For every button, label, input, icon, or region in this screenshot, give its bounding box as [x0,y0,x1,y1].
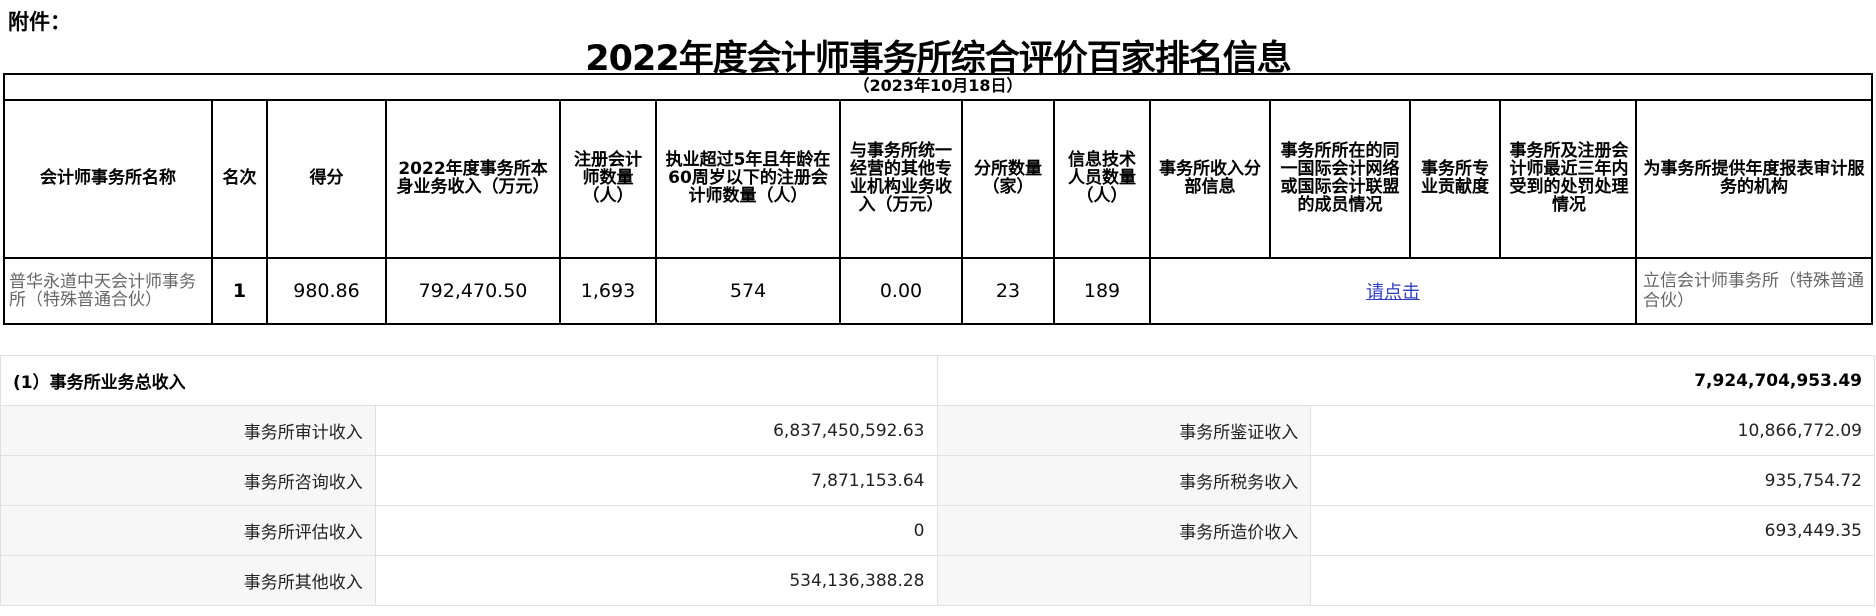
audit-income-value: 6,837,450,592.63 [374,405,938,456]
assurance-income-value: 10,866,772.09 [1310,405,1875,456]
col-branches: 分所数量（家） 23 [963,99,1055,323]
total-income-value: 7,924,704,953.49 [936,355,1875,406]
header-auditor: 为事务所提供年度报表审计服务的机构 [1637,99,1871,259]
date-note: （2023年10月18日） [5,75,1871,101]
valuation-income-value: 0 [374,505,938,556]
empty-label-cell [936,555,1312,606]
header-cpa-count: 注册会计师数量（人） [561,99,655,259]
table-row: 事务所评估收入 0 事务所造价收入 693,449.35 [0,505,1875,556]
valuation-income-label: 事务所评估收入 [0,505,376,556]
cpa-count-value: 1,693 [580,280,636,302]
ranking-table: （2023年10月18日） 会计师事务所名称 普华永道中天会计师事务所（特殊普通… [3,73,1873,325]
other-revenue-value: 0.00 [879,280,923,302]
header-rank: 名次 [213,99,266,259]
it-staff-value: 189 [1083,280,1121,302]
branches-value: 23 [995,280,1021,302]
col-rank: 名次 1 [213,99,268,323]
assurance-income-label: 事务所鉴证收入 [936,405,1312,456]
col-it-staff: 信息技术人员数量（人） 189 [1055,99,1151,323]
col-score: 得分 980.86 [268,99,387,323]
table-row: 事务所其他收入 534,136,388.28 [0,555,1875,606]
cost-income-label: 事务所造价收入 [936,505,1312,556]
empty-value-cell [1310,555,1875,606]
audit-income-label: 事务所审计收入 [0,405,376,456]
col-cpa-count: 注册会计师数量（人） 1,693 [561,99,657,323]
col-cpa-5yr: 执业超过5年且年龄在60周岁以下的注册会计师数量（人） 574 [657,99,841,323]
firm-name: 普华永道中天会计师事务所（特殊普通合伙） [9,272,196,310]
col-other-revenue: 与事务所统一经营的其他专业机构业务收入（万元） 0.00 [841,99,963,323]
table-row: 事务所审计收入 6,837,450,592.63 事务所鉴证收入 10,866,… [0,405,1875,456]
consulting-income-label: 事务所咨询收入 [0,455,376,506]
cpa-5yr-value: 574 [729,280,767,302]
header-revenue: 2022年度事务所本身业务收入（万元） [387,99,559,259]
score-value: 980.86 [293,280,360,302]
header-score: 得分 [268,99,385,259]
header-contribution: 事务所专业贡献度 [1411,99,1501,257]
income-table: (1）事务所业务总收入 7,924,704,953.49 事务所审计收入 6,8… [0,355,1875,606]
header-name: 会计师事务所名称 [5,99,211,259]
col-auditor: 为事务所提供年度报表审计服务的机构 立信会计师事务所（特殊普通合伙） [1637,99,1871,323]
header-branch-income: 事务所收入分部信息 [1151,99,1271,257]
details-link[interactable]: 请点击 [1151,259,1635,323]
cost-income-value: 693,449.35 [1310,505,1875,556]
header-penalties: 事务所及注册会计师最近三年内受到的处罚处理情况 [1509,141,1629,215]
col-revenue: 2022年度事务所本身业务收入（万元） 792,470.50 [387,99,561,323]
revenue-value: 792,470.50 [418,280,528,302]
other-income-label: 事务所其他收入 [0,555,376,606]
col-info-group: 事务所收入分部信息 事务所所在的同一国际会计网络或国际会计联盟的成员情况 事务所… [1151,99,1637,323]
table-row: 事务所咨询收入 7,871,153.64 事务所税务收入 935,754.72 [0,455,1875,506]
header-info-group: 事务所收入分部信息 事务所所在的同一国际会计网络或国际会计联盟的成员情况 事务所… [1151,99,1635,259]
header-other-revenue: 与事务所统一经营的其他专业机构业务收入（万元） [841,99,961,259]
header-it-staff: 信息技术人员数量（人） [1055,99,1149,259]
header-branches: 分所数量（家） [963,99,1053,259]
header-intl-network: 事务所所在的同一国际会计网络或国际会计联盟的成员情况 [1271,99,1411,257]
rank-value: 1 [232,280,247,302]
auditor-value: 立信会计师事务所（特殊普通合伙） [1643,271,1864,311]
tax-income-value: 935,754.72 [1310,455,1875,506]
consulting-income-value: 7,871,153.64 [374,455,938,506]
tax-income-label: 事务所税务收入 [936,455,1312,506]
income-total-row: (1）事务所业务总收入 7,924,704,953.49 [0,355,1875,406]
header-cpa-5yr: 执业超过5年且年龄在60周岁以下的注册会计师数量（人） [657,99,839,259]
col-name: 会计师事务所名称 普华永道中天会计师事务所（特殊普通合伙） [5,99,213,323]
other-income-value: 534,136,388.28 [374,555,938,606]
total-income-label: (1）事务所业务总收入 [0,355,938,406]
